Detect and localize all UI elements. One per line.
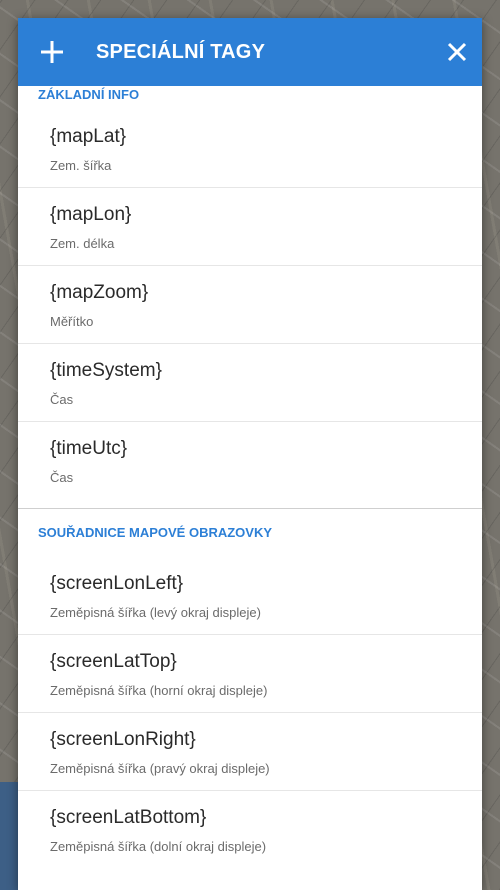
plus-icon (41, 41, 63, 63)
list-item-screen-lat-top[interactable]: {screenLatTop} Zeměpisná šířka (horní ok… (18, 635, 482, 713)
list-item-screen-lon-right[interactable]: {screenLonRight} Zeměpisná šířka (pravý … (18, 713, 482, 791)
tag-name: {mapLat} (50, 126, 127, 147)
tag-description: Čas (50, 392, 74, 407)
tag-list[interactable]: ZÁKLADNÍ INFO {mapLat} Zem. šířka {mapLo… (18, 86, 482, 869)
map-water-area (0, 782, 18, 890)
tag-name: {mapZoom} (50, 282, 149, 303)
add-button[interactable] (38, 38, 66, 66)
tag-name: {screenLonRight} (50, 729, 196, 750)
dialog-header: SPECIÁLNÍ TAGY (18, 18, 482, 86)
list-item-screen-lat-bottom[interactable]: {screenLatBottom} Zeměpisná šířka (dolní… (18, 791, 482, 869)
tag-description: Zem. šířka (50, 158, 112, 173)
close-icon (447, 42, 467, 62)
list-item-time-utc[interactable]: {timeUtc} Čas (18, 422, 482, 500)
tag-name: {timeUtc} (50, 438, 128, 459)
tag-name: {screenLonLeft} (50, 573, 184, 594)
list-item-time-system[interactable]: {timeSystem} Čas (18, 344, 482, 422)
section-divider (18, 500, 482, 509)
tag-name: {timeSystem} (50, 360, 162, 381)
tag-description: Zeměpisná šířka (levý okraj displeje) (50, 605, 261, 620)
list-item-map-lat[interactable]: {mapLat} Zem. šířka (18, 110, 482, 188)
list-item-map-zoom[interactable]: {mapZoom} Měřítko (18, 266, 482, 344)
tag-description: Měřítko (50, 314, 94, 329)
section-header-basic-info: ZÁKLADNÍ INFO (38, 87, 140, 102)
dialog-title: SPECIÁLNÍ TAGY (96, 40, 266, 63)
special-tags-dialog: SPECIÁLNÍ TAGY ZÁKLADNÍ INFO {mapLat} Ze… (18, 18, 482, 890)
tag-name: {screenLatBottom} (50, 807, 207, 828)
tag-description: Zeměpisná šířka (dolní okraj displeje) (50, 839, 267, 854)
tag-description: Čas (50, 470, 74, 485)
tag-description: Zem. délka (50, 236, 115, 251)
section-header-screen-coordinates: SOUŘADNICE MAPOVÉ OBRAZOVKY (38, 525, 273, 540)
tag-name: {mapLon} (50, 204, 132, 225)
tag-description: Zeměpisná šířka (pravý okraj displeje) (50, 761, 270, 776)
tag-name: {screenLatTop} (50, 651, 177, 672)
close-button[interactable] (444, 39, 470, 65)
list-item-map-lon[interactable]: {mapLon} Zem. délka (18, 188, 482, 266)
tag-description: Zeměpisná šířka (horní okraj displeje) (50, 683, 268, 698)
list-item-screen-lon-left[interactable]: {screenLonLeft} Zeměpisná šířka (levý ok… (18, 557, 482, 635)
